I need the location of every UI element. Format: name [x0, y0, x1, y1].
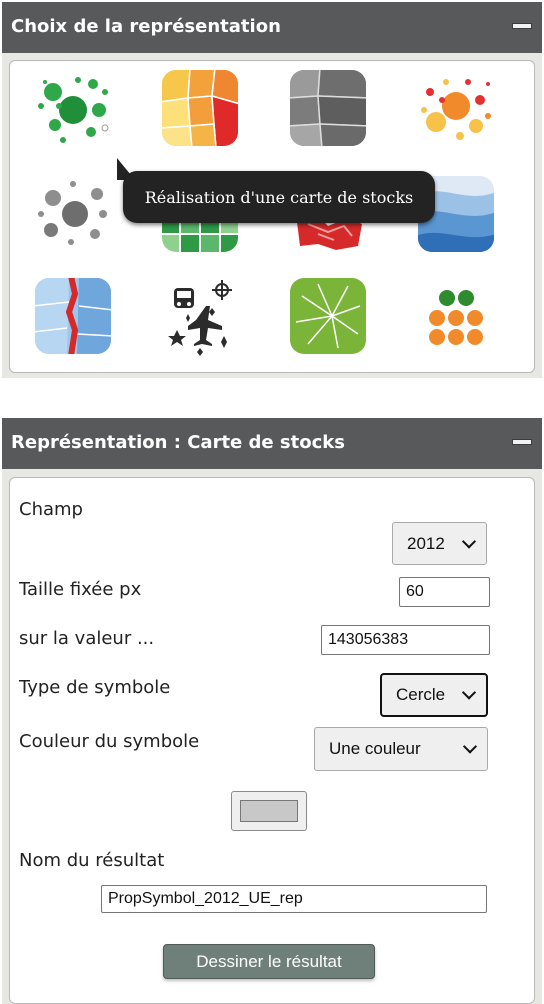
type-label: Type de symbole [19, 677, 171, 698]
type-select[interactable]: Cercle [380, 673, 488, 717]
panel-title: Choix de la représentation [11, 16, 281, 37]
taille-label: Taille fixée px [19, 579, 142, 600]
couleur-select[interactable]: Une couleur [314, 727, 488, 771]
proportional-symbols-green-icon[interactable] [33, 70, 113, 150]
discontinuity-map-icon[interactable] [33, 276, 113, 356]
taille-input[interactable]: 60 [399, 577, 490, 607]
choropleth-gray-icon[interactable] [288, 68, 368, 148]
proportional-symbols-warm-icon[interactable] [416, 70, 496, 150]
champ-select[interactable]: 2012 [392, 522, 487, 565]
champ-label: Champ [19, 499, 83, 520]
choropleth-warm-icon[interactable] [160, 68, 240, 148]
couleur-value: Une couleur [329, 739, 421, 758]
nom-input[interactable]: PropSymbol_2012_UE_rep [101, 885, 487, 913]
nom-label: Nom du résultat [19, 850, 165, 871]
tooltip: Réalisation d'une carte de stocks [123, 171, 435, 223]
proportional-symbols-gray-icon[interactable] [33, 174, 113, 254]
color-picker-button[interactable] [231, 791, 307, 831]
panel-header: Choix de la représentation [2, 2, 542, 53]
collapse-icon[interactable] [512, 439, 532, 445]
flows-green-icon[interactable] [288, 276, 368, 356]
chevron-down-icon [461, 533, 477, 549]
valeur-label: sur la valeur ... [19, 628, 155, 649]
champ-value: 2012 [407, 533, 445, 553]
type-value: Cercle [396, 685, 446, 704]
valeur-input[interactable]: 143056383 [321, 625, 490, 655]
collapse-icon[interactable] [512, 23, 532, 29]
panel-header: Représentation : Carte de stocks [2, 418, 542, 469]
chevron-down-icon [462, 739, 478, 754]
draw-result-button[interactable]: Dessiner le résultat [163, 944, 375, 979]
color-swatch [240, 800, 298, 822]
waffle-dots-icon[interactable] [416, 276, 496, 356]
couleur-label: Couleur du symbole [19, 731, 200, 752]
typo-symbols-icon[interactable] [160, 276, 240, 356]
chevron-down-icon [461, 685, 477, 700]
panel-title: Représentation : Carte de stocks [11, 432, 345, 453]
